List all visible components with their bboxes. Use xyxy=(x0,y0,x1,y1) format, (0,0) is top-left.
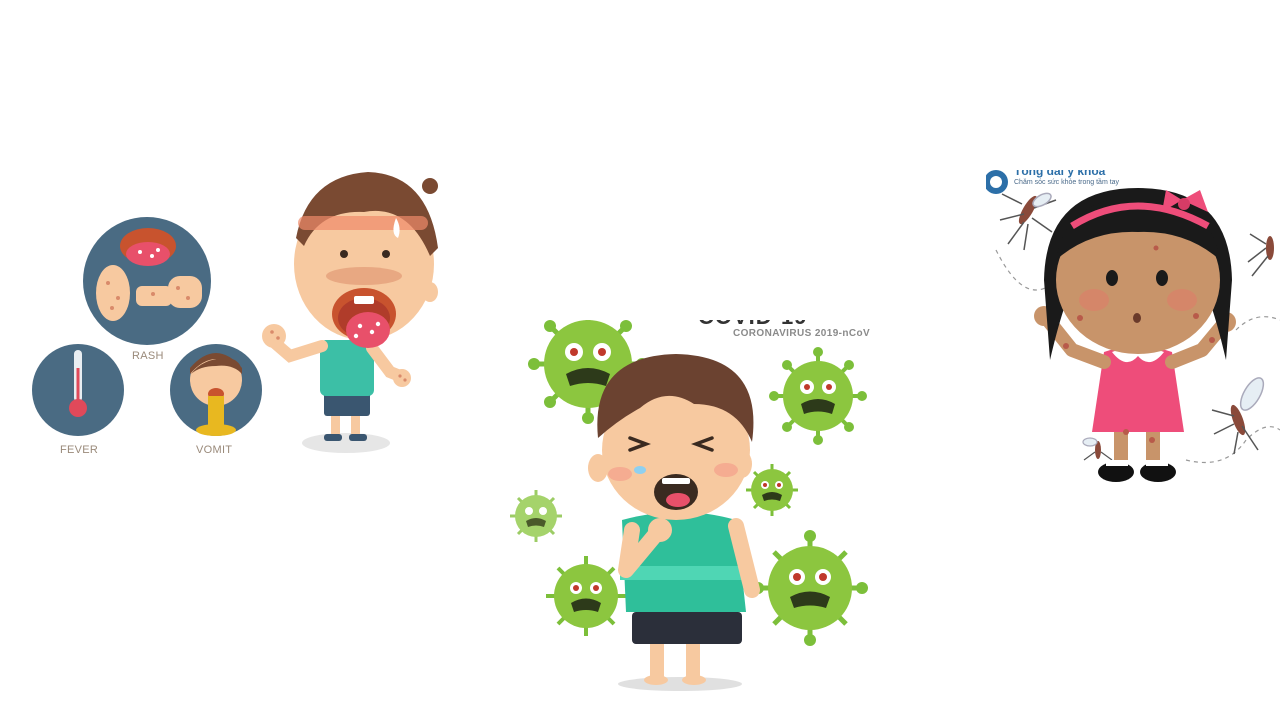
virus-icon xyxy=(510,490,562,542)
mosquito-icon xyxy=(999,192,1057,251)
fever-circle-icon xyxy=(32,344,124,436)
virus-icon xyxy=(752,530,868,646)
girl-figure xyxy=(1034,188,1236,482)
clinic-header-subtitle: Chăm sóc sức khỏe trong tầm tay xyxy=(1014,179,1120,186)
vomit-circle-icon xyxy=(170,344,262,436)
dengue-girl-image: Tổng đài y khoa Chăm sóc sức khỏe trong … xyxy=(986,170,1280,492)
mosquito-icon xyxy=(1082,437,1113,461)
fever-label: FEVER xyxy=(60,444,99,456)
rash-label: RASH xyxy=(132,350,164,362)
dengue-illustration xyxy=(986,170,1280,482)
vomit-label: VOMIT xyxy=(196,444,233,456)
covid-child-image: COVID-19 CORONAVIRUS 2019-nCoV xyxy=(480,320,880,696)
virus-icon xyxy=(769,347,867,445)
coughing-boy-figure xyxy=(588,354,760,691)
mosquito-icon xyxy=(1247,233,1274,277)
virus-icon xyxy=(546,556,626,636)
rash-circle-icon xyxy=(83,217,211,345)
clinic-header-title: Tổng đài y khoa xyxy=(1014,170,1106,178)
virus-icon xyxy=(746,464,798,516)
covid-caption: CORONAVIRUS 2019-nCoV xyxy=(733,328,871,339)
hfmd-illustration xyxy=(32,172,438,453)
covid-illustration xyxy=(510,320,868,691)
boy-figure xyxy=(262,172,438,453)
mosquito-icon xyxy=(1211,377,1265,455)
hfmd-symptoms-image: RASH FEVER VOMIT xyxy=(28,168,448,468)
